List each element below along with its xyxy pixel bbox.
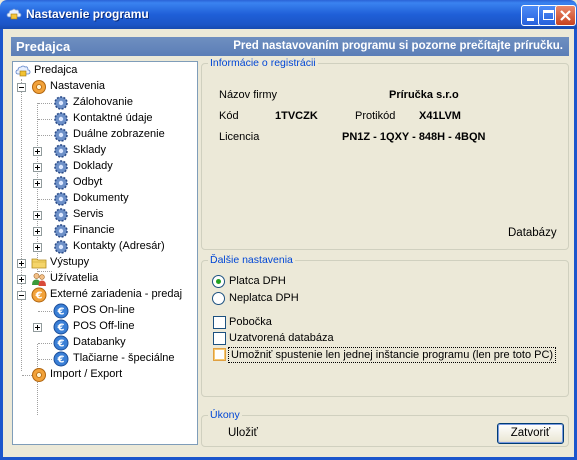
section-header: Predajca Pred nastavovaním programu si p… <box>11 37 569 56</box>
branch-checkbox[interactable]: Pobočka <box>213 315 363 330</box>
app-icon <box>6 8 22 20</box>
radio-selected-icon <box>212 275 225 288</box>
expand-icon[interactable] <box>33 179 42 188</box>
firm-label: Názov firmy <box>219 89 278 101</box>
non-vat-payer-radio[interactable]: Neplatca DPH <box>212 291 342 307</box>
gear-icon <box>54 112 68 126</box>
databases-link[interactable]: Databázy <box>508 227 557 239</box>
firm-value: Príručka s.r.o <box>389 89 459 101</box>
euro-coin-icon: € <box>53 335 69 351</box>
protokod-label: Protikód <box>355 110 396 122</box>
radio-empty-icon <box>212 292 225 305</box>
actions-group: Úkony Uložiť Zatvoriť <box>201 409 569 447</box>
expand-icon[interactable] <box>33 163 42 172</box>
expand-icon[interactable] <box>33 227 42 236</box>
gear-icon <box>54 96 68 110</box>
gear-icon <box>54 160 68 174</box>
actions-legend: Úkony <box>208 409 242 421</box>
other-settings-legend: Ďalšie nastavenia <box>208 254 295 266</box>
expand-icon[interactable] <box>33 243 42 252</box>
expand-icon[interactable] <box>33 211 42 220</box>
checkbox-icon <box>213 332 226 345</box>
close-icon <box>560 10 571 21</box>
manual-notice: Pred nastavovaním programu si pozorne pr… <box>233 40 563 52</box>
gear-icon <box>54 192 68 206</box>
svg-text:€: € <box>57 355 65 366</box>
close-window-button[interactable] <box>555 5 576 26</box>
window-body: Predajca Pred nastavovaním programu si p… <box>0 29 577 460</box>
gear-icon <box>54 144 68 158</box>
code-value: 1TVCZK <box>275 110 318 122</box>
closed-database-checkbox[interactable]: Uzatvorená databáza <box>213 331 363 346</box>
close-button[interactable]: Zatvoriť <box>497 423 564 444</box>
svg-text:€: € <box>35 291 43 302</box>
collapse-icon[interactable] <box>17 291 26 300</box>
collapse-icon[interactable] <box>17 83 26 92</box>
checkbox-icon <box>213 316 226 329</box>
euro-coin-icon: € <box>31 287 47 303</box>
expand-icon[interactable] <box>17 259 26 268</box>
single-instance-checkbox[interactable]: Umožniť spustenie len jednej inštancie p… <box>213 347 557 363</box>
gear-icon <box>54 240 68 254</box>
users-icon <box>32 273 46 286</box>
settings-tree[interactable]: Predajca Nastavenia Zálohovanie Kontaktn… <box>12 61 198 445</box>
registration-legend: Informácie o registrácii <box>208 57 318 69</box>
section-title: Predajca <box>16 39 71 54</box>
cloud-icon <box>15 65 31 77</box>
license-value: PN1Z - 1QXY - 848H - 4BQN <box>342 131 486 143</box>
code-label: Kód <box>219 110 239 122</box>
protokod-value: X41LVM <box>419 110 461 122</box>
svg-text:€: € <box>57 339 65 350</box>
svg-text:€: € <box>57 323 65 334</box>
gear-icon <box>54 128 68 142</box>
orange-gear-icon <box>32 368 46 382</box>
gear-icon <box>54 224 68 238</box>
orange-gear-icon <box>32 80 46 94</box>
gear-icon <box>54 208 68 222</box>
window-title: Nastavenie programu <box>26 7 149 21</box>
folder-icon <box>31 258 47 269</box>
svg-text:€: € <box>57 307 65 318</box>
euro-coin-icon: € <box>53 319 69 335</box>
checkbox-icon <box>213 348 226 361</box>
euro-coin-icon: € <box>53 303 69 319</box>
save-button[interactable]: Uložiť <box>228 427 258 439</box>
vat-payer-radio[interactable]: Platca DPH <box>212 274 342 290</box>
title-bar: Nastavenie programu <box>0 0 577 29</box>
other-settings-group: Ďalšie nastavenia Platca DPH Neplatca DP… <box>201 254 569 397</box>
expand-icon[interactable] <box>33 323 42 332</box>
license-label: Licencia <box>219 131 260 143</box>
gear-icon <box>54 176 68 190</box>
euro-coin-icon: € <box>53 351 69 367</box>
registration-group: Informácie o registrácii Názov firmy Prí… <box>201 57 569 250</box>
expand-icon[interactable] <box>33 147 42 156</box>
expand-icon[interactable] <box>17 275 26 284</box>
